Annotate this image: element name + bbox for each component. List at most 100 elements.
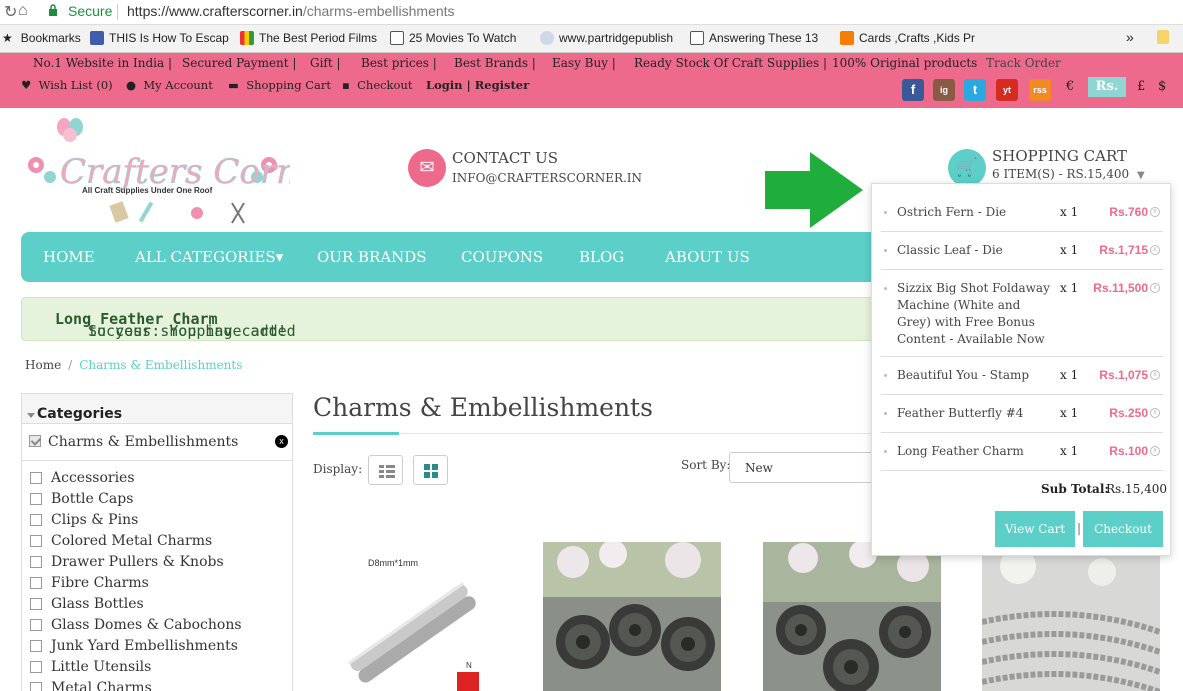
category-checkbox[interactable] [30,577,42,589]
category-heading[interactable]: Categories [22,394,292,424]
bookmarks-more-button[interactable]: » [1126,29,1134,45]
cart-item-name[interactable]: Long Feather Charm [897,443,1057,460]
cart-item-name[interactable]: Beautiful You - Stamp [897,367,1057,384]
twitter-icon[interactable]: t [964,79,986,101]
nav-about-us[interactable]: ABOUT US [665,248,750,266]
cart-item-name[interactable]: Classic Leaf - Die [897,242,1057,259]
category-item[interactable]: Little Utensils [30,659,152,675]
breadcrumb-current[interactable]: Charms & Embellishments [79,358,242,372]
cart-summary[interactable]: 6 ITEM(S) - RS.15,400 ▼ [992,167,1145,181]
cart-item-qty: x 1 [1060,444,1079,458]
bookmark-item[interactable]: Cards ,Crafts ,Kids Pr [840,31,975,45]
category-checkbox[interactable] [30,661,42,673]
category-item[interactable]: Glass Domes & Cabochons [30,617,242,633]
bookmark-item[interactable]: The Best Period Films [240,31,377,45]
remove-item-icon[interactable]: x [1150,245,1160,255]
category-checkbox[interactable] [30,493,42,505]
remove-item-icon[interactable]: x [1150,283,1160,293]
remove-item-icon[interactable]: x [1150,408,1160,418]
home-icon[interactable]: ⌂ [18,2,28,20]
bookmark-item[interactable]: www.partridgepublish [540,31,673,45]
category-item[interactable]: Colored Metal Charms [30,533,212,549]
remove-item-icon[interactable]: x [1150,446,1160,456]
list-view-button[interactable] [368,455,403,485]
forward-icon[interactable]: ↻ [4,2,17,22]
site-logo[interactable]: Crafters Corner All Craft Supplies Under… [22,115,336,227]
category-label: Bottle Caps [51,491,134,507]
url-host: https://www.crafterscorner.in [127,3,303,19]
cart-icon[interactable]: 🛒 [948,149,986,187]
wishlist-link[interactable]: ♥ Wish List (0) [21,78,113,92]
category-item[interactable]: Glass Bottles [30,596,144,612]
breadcrumb-home[interactable]: Home [25,358,61,372]
cart-item-name[interactable]: Sizzix Big Shot Foldaway Machine (White … [897,280,1057,348]
facebook-icon[interactable]: f [902,79,924,101]
remove-item-icon[interactable]: x [1150,370,1160,380]
currency-pound[interactable]: £ [1137,79,1145,94]
category-checkbox[interactable] [30,682,42,691]
contact-email[interactable]: INFO@CRAFTERSCORNER.IN [452,171,642,185]
bullet-icon [884,249,887,252]
bookmark-item[interactable]: ★ Bookmarks [2,31,81,45]
nav-blog[interactable]: BLOG [579,248,624,266]
category-checkbox[interactable] [30,535,42,547]
currency-rupee[interactable]: Rs. [1088,77,1126,97]
category-item[interactable]: Fibre Charms [30,575,149,591]
login-register-link[interactable]: Login | Register [426,78,529,92]
cart-item: Beautiful You - Stamp x 1 Rs.1,075 x [881,357,1163,395]
category-item[interactable]: Clips & Pins [30,512,138,528]
currency-euro[interactable]: € [1066,79,1074,94]
sort-select[interactable]: New [729,452,879,483]
product-image[interactable] [543,542,721,691]
category-checkbox[interactable] [30,556,42,568]
bookmark-item[interactable]: THIS Is How To Escap [90,31,229,45]
currency-dollar[interactable]: $ [1158,79,1166,94]
checkout-link[interactable]: ▪ Checkout [342,78,412,92]
product-image[interactable]: D8mm*1mm N [322,542,500,691]
instagram-icon[interactable]: ig [933,79,955,101]
folder-icon[interactable] [1157,30,1169,44]
category-item[interactable]: Metal Charms [30,680,152,691]
product-image[interactable] [763,542,941,691]
category-checkbox[interactable] [29,435,41,447]
address-separator [117,4,118,20]
cart-item-qty: x 1 [1060,243,1079,257]
category-checkbox[interactable] [30,640,42,652]
bookmark-label: www.partridgepublish [559,31,674,45]
category-sidebar: Categories Charms & Embellishments x Acc… [21,393,293,691]
youtube-icon[interactable]: yt [996,79,1018,101]
remove-filter-button[interactable]: x [275,435,288,448]
category-item[interactable]: Drawer Pullers & Knobs [30,554,224,570]
category-label: Little Utensils [51,659,152,675]
checkout-button[interactable]: Checkout [1083,511,1163,547]
cart-item-name[interactable]: Ostrich Fern - Die [897,204,1057,221]
cart-item-name[interactable]: Feather Butterfly #4 [897,405,1057,422]
category-checkbox[interactable] [30,514,42,526]
nav-our-brands[interactable]: OUR BRANDS [317,248,427,266]
category-checkbox[interactable] [30,598,42,610]
account-link[interactable]: ● My Account [126,78,213,92]
grid-view-button[interactable] [413,455,448,485]
cart-label: Shopping Cart [246,78,331,92]
category-item[interactable]: Accessories [30,470,135,486]
category-item[interactable]: Bottle Caps [30,491,134,507]
bookmark-item[interactable]: 25 Movies To Watch [390,31,516,45]
category-item[interactable]: Junk Yard Embellishments [30,638,238,654]
nav-home[interactable]: HOME [43,248,95,266]
nav-coupons[interactable]: COUPONS [461,248,543,266]
category-checkbox[interactable] [30,619,42,631]
cart-item-price: Rs.100 [1109,444,1148,458]
view-cart-button[interactable]: View Cart [995,511,1075,547]
bookmark-item[interactable]: Answering These 13 [690,31,818,45]
category-checkbox[interactable] [30,472,42,484]
nav-all-categories[interactable]: ALL CATEGORIES▾ [135,248,283,266]
shopping-cart-link[interactable]: ▬ Shopping Cart [228,78,331,92]
product-image[interactable] [982,542,1160,691]
track-order-link[interactable]: Track Order [986,56,1061,70]
arrow-right-icon [765,152,863,228]
rss-icon[interactable]: rss [1029,79,1051,101]
cart-title[interactable]: SHOPPING CART [992,147,1127,165]
remove-item-icon[interactable]: x [1150,207,1160,217]
url-field[interactable]: https://www.crafterscorner.in/charms-emb… [127,3,455,19]
url-path: /charms-embellishments [302,3,455,19]
